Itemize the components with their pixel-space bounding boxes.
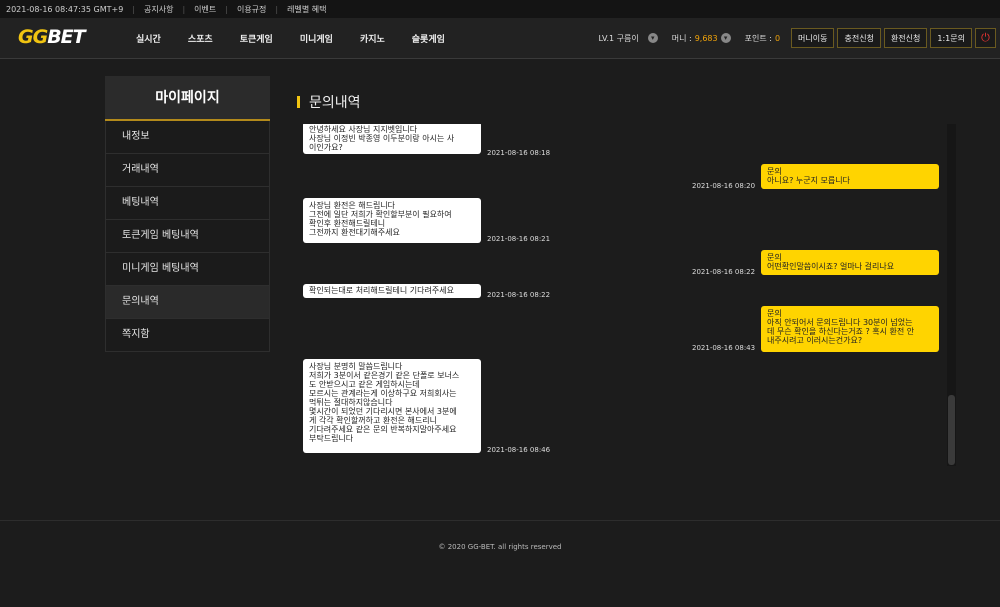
admin-message: 안녕하세요 사장님 지지벳입니다 사장님 이정빈 박종영 이두분이랑 아시는 사… — [303, 124, 481, 154]
event-link[interactable]: 이벤트 — [194, 4, 216, 15]
deposit-request-button[interactable]: 충전신청 — [837, 28, 881, 48]
admin-message: 확인되는대로 처리해드릴테니 기다려주세요 — [303, 284, 481, 298]
page-title-text: 문의내역 — [309, 95, 361, 111]
admin-message: 사장님 환전은 해드립니다 그전에 일단 저희가 확인할부분이 필요하여 확인후… — [303, 198, 481, 243]
nav-mini-game[interactable]: 미니게임 — [300, 32, 333, 45]
point-label: 포인트 : — [744, 33, 772, 43]
admin-message: 사장님 분명히 말씀드립니다 저희가 3분이서 같은경기 같은 단폴로 보너스 … — [303, 359, 481, 453]
page-title: 문의내역 — [297, 92, 361, 112]
chevron-down-icon[interactable]: ▾ — [647, 33, 658, 43]
chevron-down-icon[interactable]: ▾ — [720, 33, 731, 43]
message-time: 2021-08-16 08:22 — [692, 268, 756, 276]
message-time: 2021-08-16 08:43 — [692, 344, 756, 352]
message-time: 2021-08-16 08:22 — [487, 291, 551, 299]
terms-link[interactable]: 이용규정 — [237, 4, 266, 15]
footer-divider — [0, 520, 1000, 521]
user-message: 문의 어떤확인말씀이시죠? 얼마나 걸리나요 — [761, 250, 939, 275]
footer-copyright: © 2020 GG-BET. all rights reserved — [438, 543, 562, 551]
sidebar-item-messages[interactable]: 쪽지함 — [105, 319, 270, 352]
user-message: 문의 아니요? 누군지 모릅니다 — [761, 164, 939, 189]
money-label: 머니 : — [671, 33, 692, 43]
title-accent-bar — [297, 96, 300, 108]
nav-token-game[interactable]: 토큰게임 — [240, 32, 273, 45]
user-panel: LV.1 구름이 ▾ 머니 : 9,683 ▾ 포인트 : 0 머니이동 충전신… — [598, 28, 996, 48]
mypage-sidebar: 마이페이지 내정보 거래내역 베팅내역 토큰게임 베팅내역 미니게임 베팅내역 … — [105, 76, 270, 352]
point-value: 0 — [774, 33, 781, 43]
sidebar-item-inquiries[interactable]: 문의내역 — [105, 286, 270, 319]
one-on-one-inquiry-button[interactable]: 1:1문의 — [930, 28, 972, 48]
top-info-bar: 2021-08-16 08:47:35 GMT+9 | 공지사항 | 이벤트 |… — [0, 0, 1000, 18]
message-time: 2021-08-16 08:18 — [487, 149, 551, 157]
sidebar-item-bets[interactable]: 베팅내역 — [105, 187, 270, 220]
money-value: 9,683 — [694, 33, 718, 43]
nav-sports[interactable]: 스포츠 — [188, 32, 213, 45]
sidebar-title: 마이페이지 — [105, 76, 270, 121]
level-benefits-link[interactable]: 레벨별 혜택 — [287, 4, 326, 15]
power-icon[interactable]: ⏻ — [975, 28, 996, 48]
message-time: 2021-08-16 08:46 — [487, 446, 551, 454]
sidebar-item-mini-bets[interactable]: 미니게임 베팅내역 — [105, 253, 270, 286]
user-message: 문의 아직 안되어서 문의드립니다 30분이 넘었는 데 무슨 확인을 하신다는… — [761, 306, 939, 352]
sidebar-item-my-info[interactable]: 내정보 — [105, 121, 270, 154]
main-header: GGBET 실시간 스포츠 토큰게임 미니게임 카지노 슬롯게임 LV.1 구름… — [0, 18, 1000, 59]
main-nav: 실시간 스포츠 토큰게임 미니게임 카지노 슬롯게임 — [136, 32, 472, 45]
user-level: LV.1 구름이 — [598, 33, 639, 43]
logo[interactable]: GGBET — [18, 26, 86, 48]
sidebar-item-token-bets[interactable]: 토큰게임 베팅내역 — [105, 220, 270, 253]
nav-slot-game[interactable]: 슬롯게임 — [412, 32, 445, 45]
datetime: 2021-08-16 08:47:35 GMT+9 — [6, 4, 124, 14]
nav-live[interactable]: 실시간 — [136, 32, 161, 45]
withdraw-request-button[interactable]: 환전신청 — [883, 28, 928, 48]
message-time: 2021-08-16 08:21 — [487, 235, 551, 243]
inquiry-chat: 안녕하세요 사장님 지지벳입니다 사장님 이정빈 박종영 이두분이랑 아시는 사… — [297, 124, 957, 466]
message-time: 2021-08-16 08:20 — [692, 182, 756, 190]
money-transfer-button[interactable]: 머니이동 — [791, 28, 835, 48]
notice-link[interactable]: 공지사항 — [144, 4, 173, 15]
nav-casino[interactable]: 카지노 — [360, 32, 385, 45]
sidebar-item-transactions[interactable]: 거래내역 — [105, 154, 270, 187]
